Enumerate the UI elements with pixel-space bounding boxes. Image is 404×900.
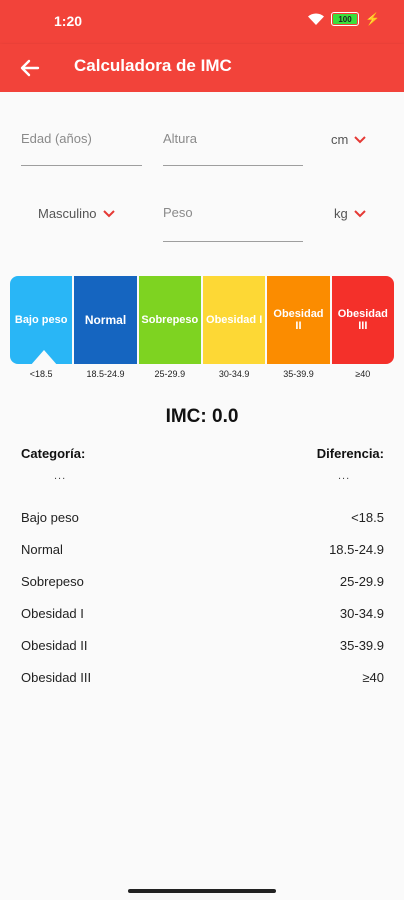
app-bar: Calculadora de IMC [0, 44, 404, 92]
scale-range: 35-39.9 [283, 369, 314, 379]
row-name: Sobrepeso [21, 574, 84, 589]
age-placeholder: Edad (años) [21, 131, 92, 146]
scale-segment-sobrepeso: Sobrepeso [138, 276, 201, 364]
status-bar: 1:20 100 ⚡ [0, 0, 404, 44]
scale-range: 25-29.9 [154, 369, 186, 379]
difference-header: Diferencia: [316, 446, 384, 461]
scale-range: <18.5 [29, 369, 53, 379]
scale-label: Sobrepeso [141, 314, 199, 326]
bmi-pointer [30, 350, 58, 366]
row-range: ≥40 [362, 670, 384, 685]
chevron-down-icon [354, 209, 366, 217]
difference-value: ... [338, 470, 351, 482]
row-range: 25-29.9 [339, 574, 384, 589]
sex-dropdown[interactable]: Masculino [38, 206, 115, 221]
back-button[interactable] [16, 54, 44, 82]
table-row: Sobrepeso 25-29.9 [21, 574, 384, 589]
battery-level: 100 [338, 14, 352, 24]
row-range: <18.5 [351, 510, 384, 525]
weight-field[interactable]: Peso [163, 204, 303, 242]
height-field[interactable]: Altura [163, 130, 303, 166]
category-value: ... [54, 470, 67, 482]
table-row: Obesidad II 35-39.9 [21, 638, 384, 653]
table-row: Obesidad III ≥40 [21, 670, 384, 685]
scale-segment-bajo-peso: Bajo peso [10, 276, 73, 366]
row-name: Obesidad II [21, 638, 88, 653]
row-range: 30-34.9 [339, 606, 384, 621]
row-range: 35-39.9 [339, 638, 384, 653]
scale-label: Obesidad II [273, 308, 324, 332]
age-field[interactable]: Edad (años) [21, 130, 142, 166]
arrow-left-icon [20, 59, 40, 77]
row-name: Normal [21, 542, 63, 557]
table-row: Normal 18.5-24.9 [21, 542, 384, 557]
height-placeholder: Altura [163, 131, 197, 146]
scale-label: Obesidad I [206, 314, 263, 326]
status-time: 1:20 [54, 13, 83, 29]
gesture-nav-bar [0, 888, 404, 900]
category-header: Categoría: [21, 446, 86, 461]
scale-segment-normal: Normal [74, 276, 137, 364]
row-name: Obesidad I [21, 606, 84, 621]
battery-icon: 100 [331, 12, 360, 26]
wifi-icon [308, 13, 325, 25]
scale-range: 30-34.9 [218, 369, 250, 379]
table-row: Bajo peso <18.5 [21, 510, 384, 525]
bmi-scale: Bajo peso Normal Sobrepeso Obesidad I Ob… [10, 276, 394, 366]
charging-icon: ⚡ [365, 12, 380, 26]
scale-ranges: <18.5 18.5-24.9 25-29.9 30-34.9 35-39.9 … [10, 369, 394, 379]
home-indicator[interactable] [128, 889, 276, 893]
scale-label: Obesidad III [337, 308, 388, 332]
scale-segment-obesidad-iii: Obesidad III [331, 276, 394, 364]
height-unit-dropdown[interactable]: cm [331, 132, 367, 147]
scale-label: Normal [84, 313, 127, 327]
row-name: Obesidad III [21, 670, 92, 685]
imc-result: IMC: 0.0 [165, 406, 239, 427]
table-row: Obesidad I 30-34.9 [21, 606, 384, 621]
chevron-down-icon [102, 209, 115, 217]
chevron-down-icon [354, 135, 367, 143]
row-name: Bajo peso [21, 510, 79, 525]
sex-value: Masculino [38, 206, 97, 221]
weight-placeholder: Peso [163, 205, 193, 220]
weight-unit-value: kg [334, 206, 348, 221]
page-title: Calculadora de IMC [74, 56, 232, 75]
scale-segment-obesidad-i: Obesidad I [202, 276, 266, 364]
scale-segment-obesidad-ii: Obesidad II [267, 276, 330, 364]
status-icons: 100 ⚡ [307, 12, 380, 26]
weight-unit-dropdown[interactable]: kg [334, 206, 366, 221]
height-unit-value: cm [331, 132, 349, 147]
row-range: 18.5-24.9 [329, 542, 384, 557]
scale-label: Bajo peso [14, 314, 68, 326]
scale-range: 18.5-24.9 [86, 369, 125, 379]
main-content: Edad (años) Altura cm Masculino Peso kg … [0, 92, 404, 892]
scale-range: ≥40 [355, 369, 371, 379]
